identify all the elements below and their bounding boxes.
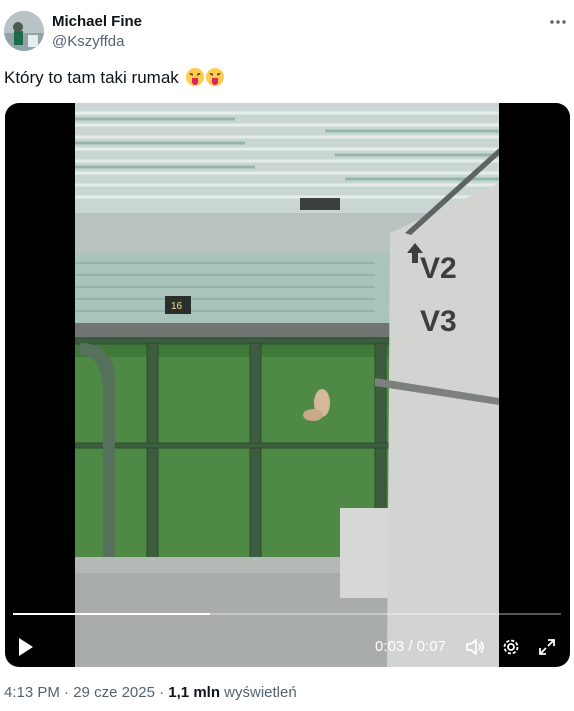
avatar[interactable]: [4, 11, 44, 51]
author-name[interactable]: Michael Fine: [52, 13, 142, 30]
time-current: 0:03: [375, 638, 405, 655]
fullscreen-icon[interactable]: [537, 637, 557, 657]
video-time: 0:03 / 0:07: [375, 637, 446, 657]
progress-fill: [13, 613, 211, 615]
author-handle[interactable]: @Kszyffda: [52, 33, 124, 50]
video-player[interactable]: 16 V2 V3 0:03 / 0:07: [5, 103, 570, 667]
squinting-face-with-tongue-icon: [185, 68, 204, 86]
tweet-body: Który to tam taki rumak: [4, 68, 179, 87]
scoreboard-text: 16: [171, 301, 183, 312]
video-frame[interactable]: 16 V2 V3: [75, 103, 499, 667]
volume-icon[interactable]: [465, 637, 485, 657]
post-date[interactable]: 29 cze 2025: [73, 684, 155, 701]
avatar-photo: [4, 11, 44, 51]
time-total: 0:07: [416, 638, 446, 655]
footer-separator: ·: [64, 684, 70, 701]
post-time[interactable]: 4:13 PM: [4, 684, 60, 701]
sign-v3: V3: [420, 305, 457, 338]
views-count: 1,1 mln: [168, 684, 220, 701]
ellipsis-icon[interactable]: [548, 14, 568, 30]
time-separator: /: [408, 638, 413, 655]
progress-bar[interactable]: [13, 613, 561, 615]
footer-separator: ·: [159, 684, 165, 701]
squinting-face-with-tongue-icon: [205, 68, 224, 86]
tweet-text: Który to tam taki rumak: [4, 68, 224, 88]
tweet-footer: 4:13 PM · 29 cze 2025 · 1,1 mln wyświetl…: [4, 684, 297, 701]
views-label: wyświetleń: [224, 684, 297, 701]
settings-icon[interactable]: [501, 637, 521, 657]
tweet-header: Michael Fine @Kszyffda: [0, 0, 574, 60]
sign-v2: V2: [420, 252, 457, 285]
video-controls: 0:03 / 0:07: [5, 607, 570, 667]
play-icon[interactable]: [17, 637, 35, 657]
